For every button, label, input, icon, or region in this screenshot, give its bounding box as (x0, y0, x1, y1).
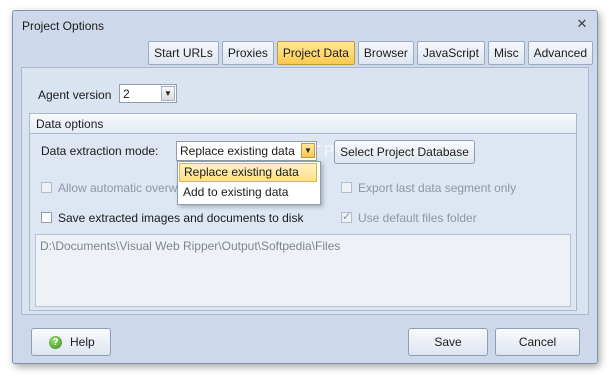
agent-version-value: 2 (123, 87, 130, 101)
chevron-down-icon[interactable]: ▼ (301, 143, 315, 158)
tab-proxies[interactable]: Proxies (221, 41, 274, 65)
select-project-database-button[interactable]: Select Project Database (334, 140, 475, 164)
help-button-label: Help (70, 335, 95, 349)
extraction-mode-select[interactable]: Replace existing data ▼ (176, 141, 317, 161)
help-icon: ? (49, 336, 62, 349)
save-extracted-label: Save extracted images and documents to d… (58, 211, 304, 225)
tab-project-data[interactable]: Project Data (276, 41, 355, 65)
help-button[interactable]: ? Help (31, 328, 111, 356)
data-options-header: Data options (30, 114, 576, 134)
use-default-folder-checkbox[interactable]: ✓ (341, 211, 352, 223)
use-default-folder-label: Use default files folder (358, 211, 477, 225)
extraction-mode-label: Data extraction mode: (41, 144, 159, 158)
tab-javascript[interactable]: JavaScript (416, 41, 485, 65)
dropdown-option-replace[interactable]: Replace existing data (179, 163, 317, 182)
agent-version-select[interactable]: 2 ▼ (119, 84, 177, 103)
data-options-title: Data options (36, 117, 104, 131)
tab-start-urls[interactable]: Start URLs (148, 41, 219, 65)
tab-browser[interactable]: Browser (357, 41, 414, 65)
dropdown-option-add[interactable]: Add to existing data (179, 183, 317, 202)
tab-advanced[interactable]: Advanced (527, 41, 593, 65)
extraction-mode-dropdown: Replace existing data Add to existing da… (177, 161, 321, 205)
extraction-mode-value: Replace existing data (180, 144, 295, 158)
save-button[interactable]: Save (408, 328, 488, 356)
close-icon[interactable]: ✕ (575, 17, 589, 31)
dialog-footer: ? Help Save Cancel (13, 321, 597, 363)
files-folder-path[interactable]: D:\Documents\Visual Web Ripper\Output\So… (35, 234, 571, 307)
project-options-window: Project Options ✕ Start URLs Proxies Pro… (12, 10, 598, 364)
checkmark-icon: ✓ (342, 211, 352, 223)
save-extracted-checkbox[interactable] (41, 212, 52, 223)
title-bar: Project Options ✕ (13, 11, 597, 39)
tab-misc[interactable]: Misc (487, 41, 525, 65)
allow-automatic-checkbox[interactable] (41, 182, 52, 193)
window-title: Project Options (22, 19, 105, 33)
chevron-down-icon[interactable]: ▼ (161, 86, 175, 101)
cancel-button[interactable]: Cancel (495, 328, 580, 356)
export-last-segment-checkbox[interactable] (341, 182, 352, 193)
allow-automatic-label: Allow automatic overw (58, 181, 178, 195)
tab-bar: Start URLs Proxies Project Data Browser … (148, 41, 593, 65)
files-folder-path-text: D:\Documents\Visual Web Ripper\Output\So… (40, 239, 341, 253)
agent-version-label: Agent version (38, 88, 112, 102)
export-last-segment-label: Export last data segment only (358, 181, 517, 195)
